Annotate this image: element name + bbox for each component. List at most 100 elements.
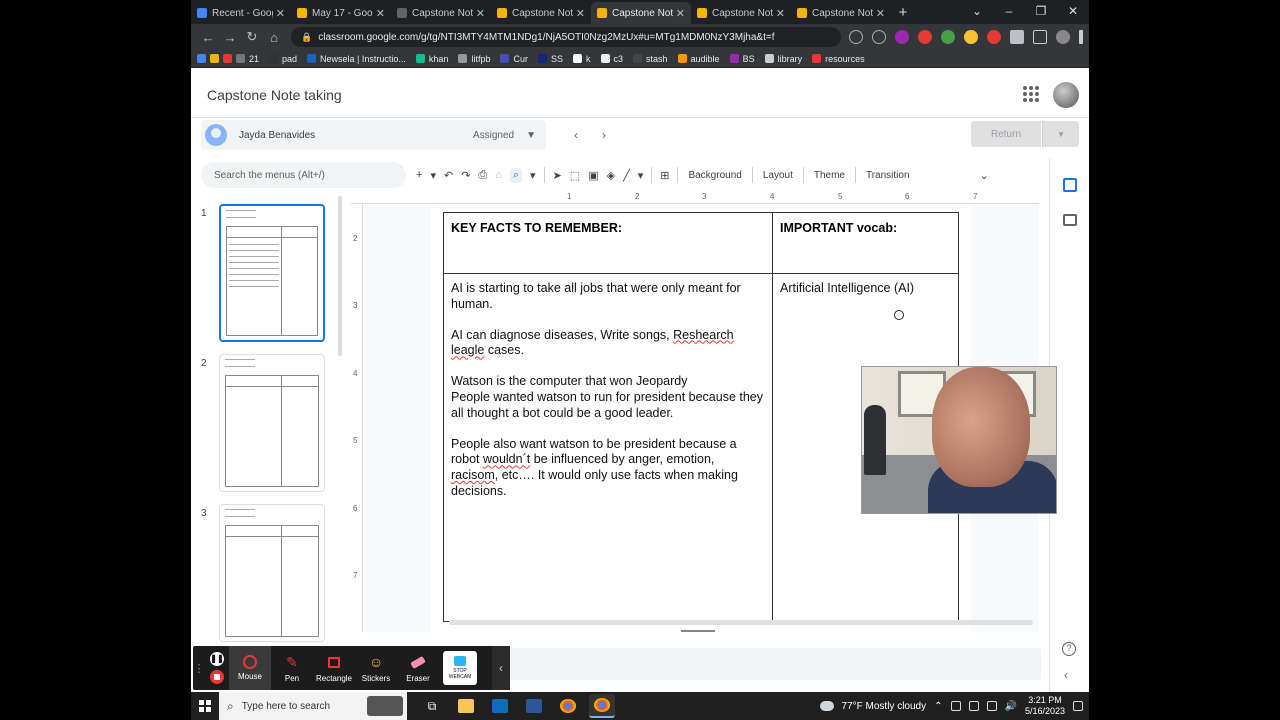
bookmark[interactable]: 21 xyxy=(197,54,259,64)
bookmark[interactable]: Cur xyxy=(500,54,528,64)
canvas-horizontal-scrollbar[interactable] xyxy=(449,620,1033,625)
network-icon[interactable] xyxy=(986,701,997,711)
menu-icon[interactable] xyxy=(1079,30,1083,44)
reload-button[interactable]: ↻ xyxy=(241,29,263,45)
file-explorer-icon[interactable] xyxy=(453,694,479,718)
extension-icon[interactable] xyxy=(941,30,955,44)
extension-icon[interactable] xyxy=(918,30,932,44)
return-button[interactable]: Return xyxy=(971,121,1041,147)
rectangle-tool-button[interactable]: Rectangle xyxy=(313,646,355,690)
previous-student-button[interactable]: ‹ xyxy=(574,128,578,142)
shape-icon[interactable]: ◈ xyxy=(607,169,615,182)
textbox-icon[interactable]: ⬚ xyxy=(570,169,580,182)
bookmark[interactable]: resources xyxy=(812,54,865,64)
paint-format-icon[interactable]: ⌂ xyxy=(495,169,502,181)
redo-icon[interactable]: ↷ xyxy=(461,169,470,182)
restore-button[interactable]: ❐ xyxy=(1025,0,1057,22)
chrome-active-icon[interactable] xyxy=(589,694,615,718)
stop-webcam-button[interactable]: STOP WEBCAM xyxy=(443,651,477,685)
transition-button[interactable]: Transition xyxy=(864,170,912,181)
url-bar[interactable]: 🔒 classroom.google.com/g/tg/NTI3MTY4MTM1… xyxy=(291,27,841,47)
vocab-heading[interactable]: IMPORTANT vocab: xyxy=(780,221,897,235)
browser-tab-active[interactable]: Capstone Note ✕ xyxy=(591,2,691,24)
key-facts-cell[interactable]: AI is starting to take all jobs that wer… xyxy=(451,281,763,515)
minimize-button[interactable]: – xyxy=(993,0,1025,22)
close-icon[interactable]: ✕ xyxy=(776,7,785,20)
slide-thumbnail[interactable] xyxy=(219,354,325,492)
layout-button[interactable]: Layout xyxy=(761,170,795,181)
drag-handle-icon[interactable]: ⋮ xyxy=(193,662,205,675)
notification-icon[interactable] xyxy=(1073,701,1083,711)
profile-avatar[interactable] xyxy=(1056,30,1070,44)
collapse-toolbar-icon[interactable]: ⌄ xyxy=(980,169,989,182)
browser-tab[interactable]: Capstone Note ✕ xyxy=(691,2,791,24)
slide-thumbnail[interactable] xyxy=(219,504,325,642)
browser-tab[interactable]: Recent - Goog ✕ xyxy=(191,2,291,24)
puzzle-icon[interactable] xyxy=(1010,30,1024,44)
speaker-notes-icon[interactable] xyxy=(1062,178,1077,192)
chevron-down-icon[interactable]: ▾ xyxy=(430,169,436,182)
chevron-up-icon[interactable]: ⌃ xyxy=(934,701,942,712)
theme-button[interactable]: Theme xyxy=(812,170,847,181)
star-icon[interactable] xyxy=(872,30,886,44)
stickers-tool-button[interactable]: ☺ Stickers xyxy=(355,646,397,690)
collapse-toolbar-button[interactable]: ‹ xyxy=(492,646,510,690)
taskbar-search[interactable]: ⌕ Type here to search xyxy=(219,692,407,720)
battery-icon[interactable] xyxy=(968,701,979,711)
bookmark[interactable]: BS xyxy=(729,54,755,64)
student-selector[interactable]: Jayda Benavides Assigned ▼ xyxy=(201,120,546,150)
bookmark[interactable]: c3 xyxy=(600,54,623,64)
bookmark[interactable]: audible xyxy=(677,54,720,64)
clock[interactable]: 3:21 PM 5/16/2023 xyxy=(1025,695,1065,717)
apps-grid-icon[interactable] xyxy=(1023,86,1039,102)
menu-search-input[interactable]: Search the menus (Alt+/) xyxy=(201,162,406,188)
extension-icon[interactable] xyxy=(895,30,909,44)
return-options-button[interactable]: ▼ xyxy=(1042,121,1079,147)
browser-tab[interactable]: May 17 - Goog ✕ xyxy=(291,2,391,24)
new-slide-icon[interactable]: + xyxy=(416,169,422,181)
speaker-notes-area[interactable] xyxy=(501,648,1041,680)
browser-tab[interactable]: Capstone Note ✕ xyxy=(791,2,891,24)
bookmark[interactable]: stash xyxy=(633,54,668,64)
notes-resize-handle[interactable] xyxy=(681,630,715,632)
zoom-icon[interactable]: ⌕ xyxy=(509,167,523,183)
account-avatar[interactable] xyxy=(1053,82,1079,108)
image-icon[interactable]: ▣ xyxy=(588,169,598,182)
chevron-down-icon[interactable]: ▾ xyxy=(530,169,536,182)
new-tab-button[interactable]: + xyxy=(891,2,915,24)
filmstrip-scrollbar[interactable] xyxy=(338,196,342,356)
print-icon[interactable]: ⎙ xyxy=(478,169,487,182)
line-icon[interactable]: ╱ xyxy=(623,169,630,182)
extension-icon[interactable] xyxy=(964,30,978,44)
outlook-icon[interactable] xyxy=(487,694,513,718)
chrome-icon[interactable] xyxy=(555,694,581,718)
pause-recording-button[interactable]: ❚❚ xyxy=(210,652,224,666)
close-icon[interactable]: ✕ xyxy=(476,7,485,20)
next-student-button[interactable]: › xyxy=(602,128,606,142)
slide-thumbnail[interactable] xyxy=(219,204,325,342)
close-icon[interactable]: ✕ xyxy=(276,7,285,20)
bookmark[interactable]: litfpb xyxy=(458,54,490,64)
close-icon[interactable]: ✕ xyxy=(676,7,685,20)
bookmark[interactable]: khan xyxy=(415,54,448,64)
browser-tab[interactable]: Capstone Note ✕ xyxy=(491,2,591,24)
eraser-tool-button[interactable]: Eraser xyxy=(397,646,439,690)
select-cursor-icon[interactable]: ➤ xyxy=(553,169,562,182)
background-button[interactable]: Background xyxy=(686,170,743,181)
undo-icon[interactable]: ↶ xyxy=(444,169,453,182)
pen-tool-button[interactable]: ✎ Pen xyxy=(271,646,313,690)
browser-tab[interactable]: Capstone Note ✕ xyxy=(391,2,491,24)
home-button[interactable]: ⌂ xyxy=(263,30,285,45)
sidepanel-icon[interactable] xyxy=(1033,30,1047,44)
help-icon[interactable]: ? xyxy=(1062,642,1076,656)
weather-text[interactable]: 77°F Mostly cloudy xyxy=(842,701,927,712)
chevron-down-icon[interactable]: ⌄ xyxy=(961,0,993,22)
extension-icon[interactable] xyxy=(987,30,1001,44)
volume-icon[interactable]: 🔊 xyxy=(1005,701,1017,712)
close-icon[interactable]: ✕ xyxy=(376,7,385,20)
comment-add-icon[interactable]: ⊞ xyxy=(660,169,669,182)
collapse-panel-icon[interactable]: ‹ xyxy=(1064,668,1068,682)
close-icon[interactable]: ✕ xyxy=(576,7,585,20)
start-button[interactable] xyxy=(191,692,219,720)
mouse-tool-button[interactable]: Mouse xyxy=(229,646,271,690)
